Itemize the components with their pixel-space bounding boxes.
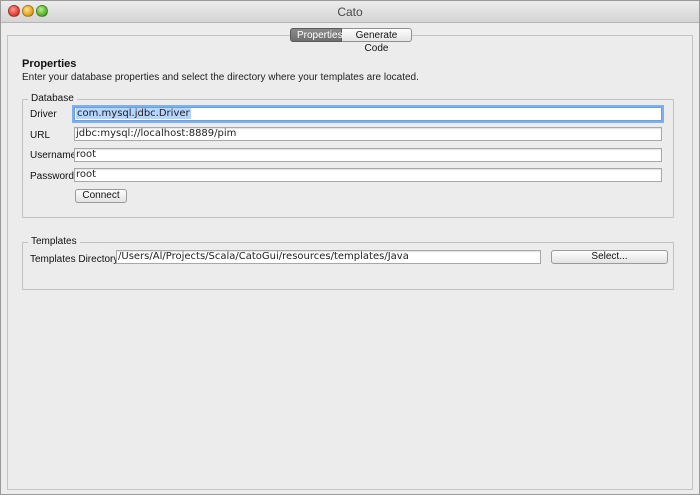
driver-label: Driver <box>30 109 57 120</box>
database-legend: Database <box>28 93 77 104</box>
templates-legend: Templates <box>28 236 80 247</box>
connect-button[interactable]: Connect <box>75 189 127 203</box>
title-bar: Cato <box>1 1 699 23</box>
section-description: Enter your database properties and selec… <box>22 72 419 83</box>
url-label: URL <box>30 130 51 141</box>
username-field[interactable]: root <box>74 148 662 162</box>
window-title: Cato <box>337 5 363 19</box>
section-heading: Properties <box>22 58 77 70</box>
app-window: Cato Properties Generate Code Properties… <box>0 0 700 495</box>
username-label: Username <box>30 150 77 161</box>
templates-directory-field[interactable]: /Users/Al/Projects/Scala/CatoGui/resourc… <box>116 250 541 264</box>
tab-generate-code[interactable]: Generate Code <box>342 28 412 54</box>
tab-bar: Properties Generate Code <box>290 28 412 54</box>
driver-value: com.mysql.jdbc.Driver <box>76 108 191 119</box>
select-directory-button[interactable]: Select... <box>551 250 668 264</box>
password-label: Password <box>30 171 74 182</box>
tab-properties[interactable]: Properties <box>290 28 343 42</box>
url-field[interactable]: jdbc:mysql://localhost:8889/pim <box>74 127 662 141</box>
templates-directory-label: Templates Directory: <box>30 254 122 265</box>
driver-field[interactable]: com.mysql.jdbc.Driver <box>74 107 662 121</box>
password-field[interactable]: root <box>74 168 662 182</box>
